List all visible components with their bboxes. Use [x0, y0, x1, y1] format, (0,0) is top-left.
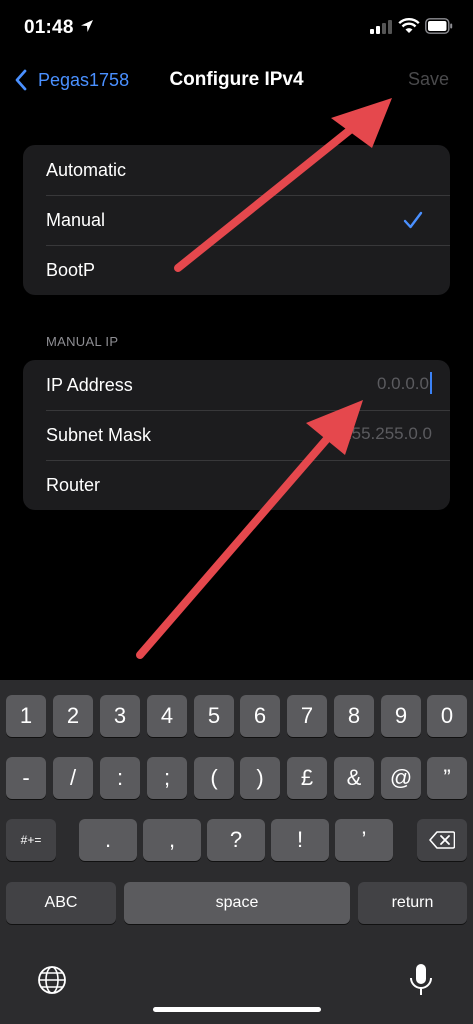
key-7[interactable]: 7: [287, 695, 327, 737]
key-slash[interactable]: /: [53, 757, 93, 799]
key-1[interactable]: 1: [6, 695, 46, 737]
option-label: BootP: [46, 259, 96, 280]
status-time: 01:48: [24, 17, 74, 38]
microphone-icon[interactable]: [408, 962, 434, 998]
option-automatic[interactable]: Automatic: [23, 145, 450, 195]
backspace-icon: [429, 831, 455, 849]
status-bar: 01:48: [0, 0, 473, 54]
key-comma[interactable]: ,: [143, 819, 201, 861]
key-ampersand[interactable]: &: [334, 757, 374, 799]
delete-key[interactable]: [417, 819, 467, 861]
key-apostrophe[interactable]: ’: [335, 819, 393, 861]
field-label: IP Address: [46, 374, 133, 395]
ip-address-placeholder: 0.0.0.0: [377, 374, 429, 393]
key-period[interactable]: .: [79, 819, 137, 861]
numeric-keyboard: 1 2 3 4 5 6 7 8 9 0 - / : ; ( ) £ & @ ” …: [0, 680, 473, 1024]
section-header-manual-ip: MANUAL IP: [46, 334, 119, 349]
key-symbols[interactable]: #+=: [6, 819, 56, 861]
key-semicolon[interactable]: ;: [147, 757, 187, 799]
key-quote[interactable]: ”: [427, 757, 467, 799]
ip-address-value: 0.0.0.0: [377, 372, 432, 395]
return-key[interactable]: return: [358, 882, 467, 924]
globe-icon[interactable]: [36, 964, 68, 996]
home-indicator: [153, 1007, 321, 1012]
key-question[interactable]: ?: [207, 819, 265, 861]
checkmark-icon: [403, 211, 423, 229]
option-label: Automatic: [46, 159, 127, 180]
key-3[interactable]: 3: [100, 695, 140, 737]
key-0[interactable]: 0: [427, 695, 467, 737]
wifi-icon: [398, 18, 420, 33]
navigation-bar: Pegas1758 Configure IPv4 Save: [0, 56, 473, 104]
subnet-mask-placeholder: 255.255.0.0: [342, 424, 432, 443]
cellular-signal-icon: [370, 20, 392, 34]
key-at[interactable]: @: [381, 757, 421, 799]
option-label: Manual: [46, 209, 106, 230]
key-8[interactable]: 8: [334, 695, 374, 737]
key-2[interactable]: 2: [53, 695, 93, 737]
field-label: Router: [46, 474, 101, 495]
key-hyphen[interactable]: -: [6, 757, 46, 799]
key-abc[interactable]: ABC: [6, 882, 116, 924]
field-label: Subnet Mask: [46, 424, 152, 445]
key-5[interactable]: 5: [194, 695, 234, 737]
save-button[interactable]: Save: [408, 69, 449, 90]
space-key[interactable]: space: [124, 882, 350, 924]
configure-options-group: Automatic Manual BootP: [23, 145, 450, 295]
key-close-paren[interactable]: ): [240, 757, 280, 799]
key-exclamation[interactable]: !: [271, 819, 329, 861]
key-9[interactable]: 9: [381, 695, 421, 737]
key-4[interactable]: 4: [147, 695, 187, 737]
manual-ip-group: IP Address 0.0.0.0 Subnet Mask 255.255.0…: [23, 360, 450, 510]
option-bootp[interactable]: BootP: [23, 245, 450, 295]
page-title: Configure IPv4: [169, 69, 304, 90]
key-pound[interactable]: £: [287, 757, 327, 799]
router-field[interactable]: Router: [23, 460, 450, 510]
ip-address-field[interactable]: IP Address 0.0.0.0: [23, 360, 450, 410]
key-open-paren[interactable]: (: [194, 757, 234, 799]
text-cursor: [430, 372, 432, 395]
option-manual[interactable]: Manual: [23, 195, 450, 245]
battery-icon: [425, 18, 453, 34]
key-6[interactable]: 6: [240, 695, 280, 737]
key-colon[interactable]: :: [100, 757, 140, 799]
subnet-mask-field[interactable]: Subnet Mask 255.255.0.0: [23, 410, 450, 460]
location-arrow-icon: [81, 20, 93, 32]
